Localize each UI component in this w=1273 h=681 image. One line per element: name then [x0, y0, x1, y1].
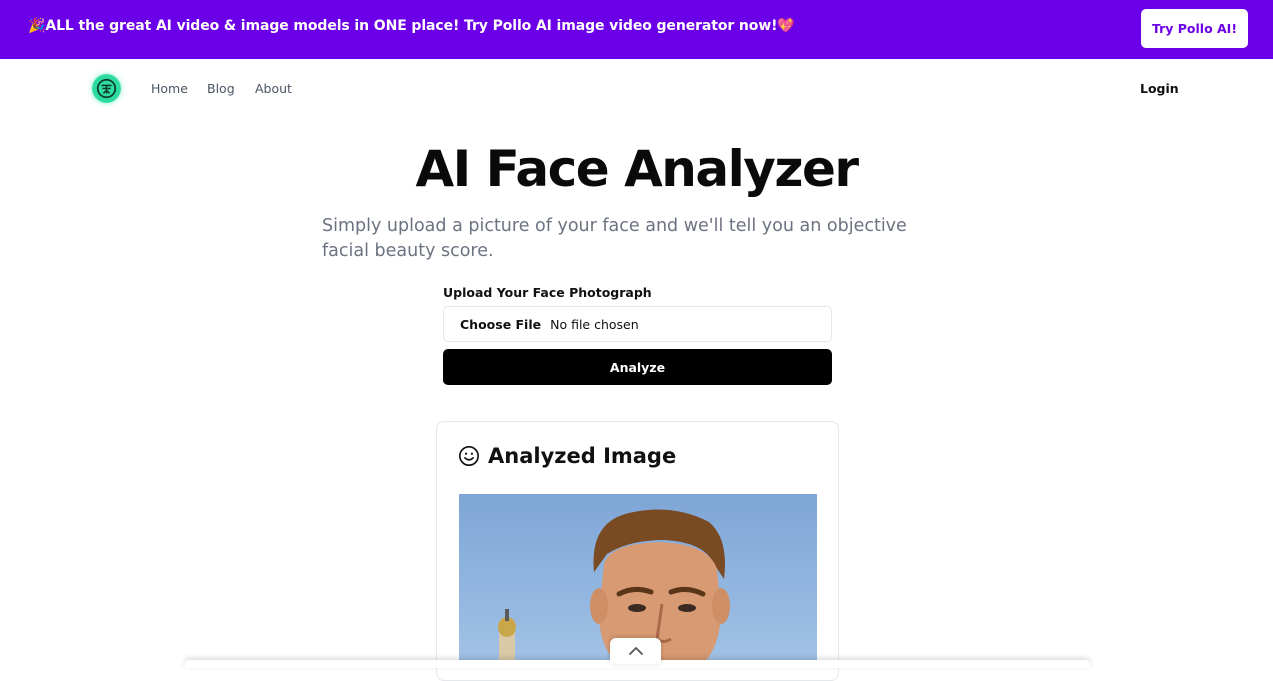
- scroll-up-button[interactable]: [610, 638, 661, 664]
- nav-about-link[interactable]: About: [255, 81, 292, 96]
- site-logo[interactable]: [92, 74, 121, 103]
- chevron-up-icon: [628, 647, 643, 655]
- smile-icon: [459, 446, 479, 466]
- sparkle-logo-icon: [96, 78, 117, 99]
- navbar: [0, 59, 1273, 119]
- promo-text: 🎉ALL the great AI video & image models i…: [28, 18, 795, 34]
- upload-label: Upload Your Face Photograph: [443, 285, 652, 300]
- page-title: AI Face Analyzer: [415, 140, 859, 198]
- card-heading: Analyzed Image: [458, 444, 676, 468]
- analyze-button[interactable]: Analyze: [443, 349, 832, 385]
- card-title: Analyzed Image: [488, 444, 677, 468]
- promo-banner: 🎉ALL the great AI video & image models i…: [0, 0, 1273, 59]
- nav-blog-link[interactable]: Blog: [207, 81, 235, 96]
- login-link[interactable]: Login: [1140, 81, 1179, 96]
- page-subtitle: Simply upload a picture of your face and…: [322, 216, 907, 261]
- file-status-text: No file chosen: [550, 316, 639, 332]
- try-pollo-button[interactable]: Try Pollo AI!: [1141, 9, 1248, 48]
- nav-home-link[interactable]: Home: [151, 81, 188, 96]
- choose-file-button[interactable]: Choose File: [460, 317, 541, 332]
- file-input[interactable]: Choose File No file chosen: [443, 306, 832, 342]
